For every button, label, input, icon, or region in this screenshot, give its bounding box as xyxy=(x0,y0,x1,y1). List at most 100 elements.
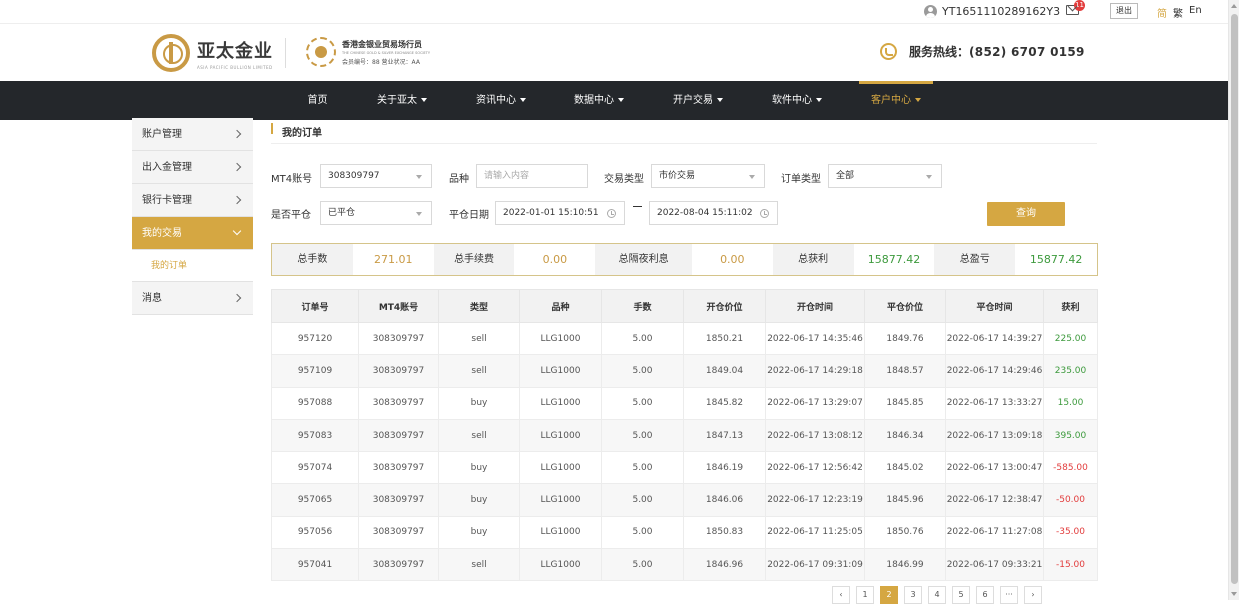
nav-item-label: 开户交易 xyxy=(673,95,713,106)
nav-item-news[interactable]: 资讯中心 xyxy=(465,81,537,120)
lang-simplified[interactable]: 简 xyxy=(1157,5,1167,20)
table-cell: 5.00 xyxy=(601,451,684,485)
chevron-down-icon xyxy=(232,226,242,236)
sidebar-item-my-trades[interactable]: 我的交易 xyxy=(132,217,253,250)
closed-label: 是否平仓 xyxy=(271,210,311,221)
mail-icon[interactable]: 11 xyxy=(1066,0,1085,15)
page-ellipsis[interactable]: ··· xyxy=(1000,586,1018,604)
table-row: 957041 308309797 sell LLG1000 5.00 1846.96 202… xyxy=(271,548,1098,582)
sidebar-item-funds[interactable]: 出入金管理 xyxy=(132,151,253,184)
date-from-input[interactable]: 2022-01-01 15:10:51 xyxy=(495,201,625,225)
table-cell: LLG1000 xyxy=(519,515,602,550)
table-cell: LLG1000 xyxy=(519,386,602,420)
column-header: 手数 xyxy=(601,289,684,323)
clock-icon xyxy=(760,209,769,218)
trade-type-value: 市价交易 xyxy=(659,171,696,181)
nav-item-data[interactable]: 数据中心 xyxy=(563,81,635,120)
table-cell: 308309797 xyxy=(358,321,439,356)
logout-button[interactable]: 退出 xyxy=(1110,3,1138,19)
table-cell: 225.00 xyxy=(1043,321,1098,356)
table-cell: sell xyxy=(438,354,520,388)
table-cell: 308309797 xyxy=(358,354,439,388)
order-type-select[interactable]: 全部 xyxy=(828,164,942,188)
table-cell: 5.00 xyxy=(601,548,684,582)
society-name: 香港金银业贸易场行员 xyxy=(342,39,422,49)
table-cell: -50.00 xyxy=(1043,483,1098,517)
column-header: 订单号 xyxy=(271,289,359,323)
page-number[interactable]: 4 xyxy=(928,586,946,604)
table-cell: 2022-06-17 13:00:47 xyxy=(945,451,1044,485)
page-number[interactable]: 6 xyxy=(976,586,994,604)
order-type-value: 全部 xyxy=(836,171,855,181)
table-cell: 5.00 xyxy=(601,418,684,453)
total-overnight-label: 总隔夜利息 xyxy=(595,244,692,275)
table-cell: 1846.19 xyxy=(683,451,766,485)
orders-table: 订单号 MT4账号 类型 品种 手数 开仓价位 开仓时间 平仓价位 平仓时间 获利 957120 3… xyxy=(271,289,1098,582)
total-net-label: 总盈亏 xyxy=(934,244,1016,275)
scroll-up-icon[interactable] xyxy=(1231,4,1237,8)
table-cell: -35.00 xyxy=(1043,515,1098,550)
title-divider xyxy=(271,143,1097,144)
page-number[interactable]: 1 xyxy=(856,586,874,604)
sidebar-item-account[interactable]: 账户管理 xyxy=(132,118,253,151)
table-cell: buy xyxy=(438,483,520,517)
date-to-input[interactable]: 2022-08-04 15:11:02 xyxy=(649,201,778,225)
table-row: 957065 308309797 buy LLG1000 5.00 1846.06 2022… xyxy=(271,483,1098,517)
query-button[interactable]: 查询 xyxy=(987,202,1065,226)
sidebar-item-label: 消息 xyxy=(142,293,162,304)
table-cell: 1845.82 xyxy=(683,386,766,420)
hotline-label: 服务热线： xyxy=(909,45,970,59)
page-number[interactable]: 5 xyxy=(952,586,970,604)
total-lots-label: 总手数 xyxy=(272,244,353,275)
symbol-label: 品种 xyxy=(449,174,469,185)
table-cell: 2022-06-17 14:39:27 xyxy=(945,321,1044,356)
nav-item-home[interactable]: 首页 xyxy=(295,81,340,120)
nav-item-software[interactable]: 软件中心 xyxy=(761,81,833,120)
table-cell: LLG1000 xyxy=(519,321,602,356)
site-logo[interactable]: 亚太金业 ASIA PACIFIC BULLION LIMITED xyxy=(152,34,273,72)
sidebar-item-label: 账户管理 xyxy=(142,129,182,140)
trade-type-select[interactable]: 市价交易 xyxy=(651,164,765,188)
lang-english[interactable]: En xyxy=(1189,5,1202,20)
table-row: 957074 308309797 buy LLG1000 5.00 1846.19 2022… xyxy=(271,451,1098,485)
table-row: 957120 308309797 sell LLG1000 5.00 1850.21 202… xyxy=(271,321,1098,356)
total-fee-label: 总手续费 xyxy=(433,244,515,275)
caret-down-icon xyxy=(618,98,624,102)
sidebar-item-messages[interactable]: 消息 xyxy=(132,282,253,315)
scroll-down-icon[interactable] xyxy=(1231,592,1237,596)
nav-item-account-open[interactable]: 开户交易 xyxy=(662,81,734,120)
table-cell: 395.00 xyxy=(1043,418,1098,453)
sidebar-subitem-my-orders[interactable]: 我的订单 xyxy=(132,250,253,282)
caret-down-icon xyxy=(915,98,921,102)
nav-item-label: 客户中心 xyxy=(871,95,911,106)
symbol-input[interactable]: 请输入内容 xyxy=(476,164,588,188)
table-row: 957109 308309797 sell LLG1000 5.00 1849.04 202… xyxy=(271,354,1098,388)
table-cell: 15.00 xyxy=(1043,386,1098,420)
nav-item-label: 数据中心 xyxy=(574,95,614,106)
society-member: 会员编号：88 营业状况：AA xyxy=(342,58,420,66)
lang-traditional[interactable]: 繁 xyxy=(1173,5,1183,20)
user-account[interactable]: YT1651110289162Y3 xyxy=(924,3,1060,19)
table-cell: sell xyxy=(438,418,520,453)
scrollbar-thumb[interactable] xyxy=(1231,14,1238,584)
total-lots-value: 271.01 xyxy=(373,253,413,266)
nav-item-client-center[interactable]: 客户中心 xyxy=(859,81,933,120)
chevron-down-icon xyxy=(416,212,422,216)
table-cell: sell xyxy=(438,548,520,582)
page-title: 我的订单 xyxy=(271,123,322,139)
caret-down-icon xyxy=(520,98,526,102)
page-number[interactable]: 2 xyxy=(880,586,898,604)
prev-page-icon[interactable]: ‹ xyxy=(832,586,850,604)
table-cell: 957109 xyxy=(271,354,359,388)
page-scrollbar[interactable] xyxy=(1228,0,1239,600)
table-cell: 2022-06-17 13:33:27 xyxy=(945,386,1044,420)
column-header: MT4账号 xyxy=(358,289,439,323)
nav-item-about[interactable]: 关于亚太 xyxy=(366,81,438,120)
closed-select[interactable]: 已平仓 xyxy=(320,201,432,225)
page-number[interactable]: 3 xyxy=(904,586,922,604)
pagination: ‹ 1 2 3 4 5 6 ··· › xyxy=(832,586,1042,604)
mt4-account-select[interactable]: 308309797 xyxy=(320,164,432,188)
next-page-icon[interactable]: › xyxy=(1024,586,1042,604)
chevron-right-icon xyxy=(232,162,242,172)
sidebar-item-bank-card[interactable]: 银行卡管理 xyxy=(132,184,253,217)
